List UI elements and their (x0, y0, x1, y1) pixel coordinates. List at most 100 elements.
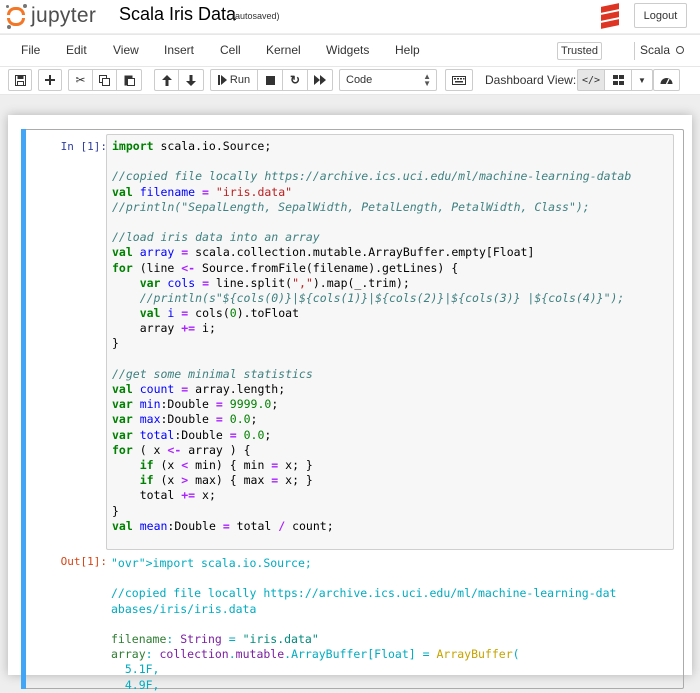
code-line: //println(s"${cols(0)}|${cols(1)}|${cols… (139, 290, 625, 305)
output-line: 5.1F, (111, 662, 160, 677)
menubar: File Edit View Insert Cell Kernel Widget… (0, 34, 700, 67)
code-line: if (x < min) { min = x; } (139, 457, 313, 472)
menu-help[interactable]: Help (395, 43, 420, 57)
arrow-up-icon (161, 74, 172, 86)
code-line: if (x > max) { max = x; } (139, 473, 313, 488)
autosave-status: (autosaved) (232, 11, 280, 21)
dashboard-dropdown-button[interactable]: ▼ (631, 69, 653, 91)
notebook-title[interactable]: Scala Iris Data (119, 4, 236, 25)
code-line: val mean:Double = total / count; (112, 518, 334, 533)
trusted-indicator[interactable]: Trusted (557, 42, 602, 60)
dashboard-preview-button[interactable] (653, 69, 680, 91)
menu-kernel[interactable]: Kernel (266, 43, 301, 57)
keyboard-icon (452, 75, 466, 85)
output-line: 4.9F, (111, 677, 160, 692)
refresh-icon: ↻ (289, 73, 301, 87)
cell-type-value: Code (346, 74, 373, 86)
code-line: import scala.io.Source; (112, 139, 272, 153)
kernel-name[interactable]: Scala (640, 43, 670, 57)
code-line: var cols = line.split(",").map(_.trim); (139, 275, 410, 290)
code-line: for ( x <- array ) { (112, 442, 251, 457)
notebook-view-button[interactable]: </> (577, 69, 605, 91)
output-line: abases/iris/iris.data (111, 601, 257, 616)
code-line: //println("SepalLength, SepalWidth, Peta… (112, 199, 590, 214)
code-line: val filename = "iris.data" (112, 184, 293, 199)
jupyter-logo[interactable]: jupyter (6, 3, 96, 29)
dashboard-icon (660, 78, 673, 85)
menu-insert[interactable]: Insert (164, 43, 194, 57)
arrow-down-icon (186, 74, 196, 86)
caret-down-icon: ▼ (638, 75, 646, 85)
cut-button[interactable]: ✂ (68, 69, 93, 91)
output-line: //copied file locally https://archive.ic… (111, 586, 617, 601)
menu-widgets[interactable]: Widgets (326, 43, 369, 57)
code-line: //get some minimal statistics (112, 366, 313, 381)
code-cell[interactable]: In [1]: import scala.io.Source; //copied … (21, 129, 684, 692)
command-palette-button[interactable] (445, 69, 473, 91)
menu-file[interactable]: File (21, 43, 40, 57)
code-line: var min:Double = 9999.0; (112, 397, 279, 412)
cell-output: "ovr">import scala.io.Source; //copied fi… (111, 556, 676, 693)
fast-forward-icon (314, 75, 326, 85)
output-line: array: collection.mutable.ArrayBuffer[Fl… (111, 647, 520, 662)
restart-button[interactable]: ↻ (282, 69, 308, 91)
save-button[interactable] (8, 69, 32, 91)
logout-button[interactable]: Logout (634, 3, 687, 28)
header: jupyter Scala Iris Data (autosaved) Logo… (0, 0, 700, 33)
paste-button[interactable] (116, 69, 142, 91)
copy-icon (99, 74, 110, 86)
toolbar: ✂ Run ↻ Code ▲ ▼ Dashboard View: </> ▼ (0, 67, 700, 95)
cell-type-select[interactable]: Code ▲ ▼ (339, 69, 437, 91)
stop-icon (265, 75, 275, 85)
move-down-button[interactable] (178, 69, 204, 91)
save-icon (14, 74, 26, 86)
output-line: filename: String = "iris.data" (111, 631, 319, 646)
code-line: val count = array.length; (112, 382, 286, 396)
code-line: } (112, 503, 119, 518)
paste-icon (124, 75, 135, 86)
code-line: val array = scala.collection.mutable.Arr… (112, 245, 535, 260)
jupyter-logo-text: jupyter (31, 4, 97, 27)
code-line: //load iris data into an array (112, 230, 320, 245)
code-line: } (112, 336, 119, 351)
menu-edit[interactable]: Edit (66, 43, 87, 57)
grid-icon (612, 75, 624, 85)
menu-cell[interactable]: Cell (220, 43, 241, 57)
cell-selected-bar (21, 129, 26, 689)
kernel-divider (634, 42, 635, 60)
interrupt-button[interactable] (257, 69, 283, 91)
select-arrows-icon: ▲ ▼ (423, 72, 431, 88)
code-editor[interactable]: import scala.io.Source; //copied file loc… (106, 134, 674, 550)
kernel-status-icon (676, 46, 684, 54)
code-line: var max:Double = 0.0; (112, 412, 258, 427)
output-line: "ovr">import scala.io.Source; (111, 556, 312, 570)
plus-icon (45, 75, 55, 85)
restart-run-all-button[interactable] (307, 69, 333, 91)
move-up-button[interactable] (154, 69, 179, 91)
code-line: var total:Double = 0.0; (112, 427, 272, 442)
grid-layout-button[interactable] (604, 69, 632, 91)
scala-kernel-logo-icon (601, 3, 619, 29)
step-forward-icon (217, 75, 227, 85)
code-line: total += x; (112, 488, 216, 503)
notebook-container: In [1]: import scala.io.Source; //copied … (8, 115, 692, 692)
code-line: //copied file locally https://archive.ic… (112, 169, 632, 184)
run-label: Run (229, 74, 251, 86)
code-icon: </> (581, 74, 601, 86)
input-prompt: In [1]: (60, 140, 107, 153)
code-line: val i = cols(0).toFloat (139, 306, 300, 321)
dashboard-view-label: Dashboard View: (485, 73, 577, 87)
jupyter-logo-icon (6, 3, 28, 29)
copy-button[interactable] (92, 69, 117, 91)
code-line: for (line <- Source.fromFile(filename).g… (112, 260, 459, 275)
code-lines: import scala.io.Source; //copied file loc… (112, 139, 631, 534)
run-button[interactable]: Run (210, 69, 258, 91)
menu-view[interactable]: View (113, 43, 139, 57)
output-prompt: Out[1]: (60, 555, 107, 568)
insert-cell-button[interactable] (38, 69, 62, 91)
